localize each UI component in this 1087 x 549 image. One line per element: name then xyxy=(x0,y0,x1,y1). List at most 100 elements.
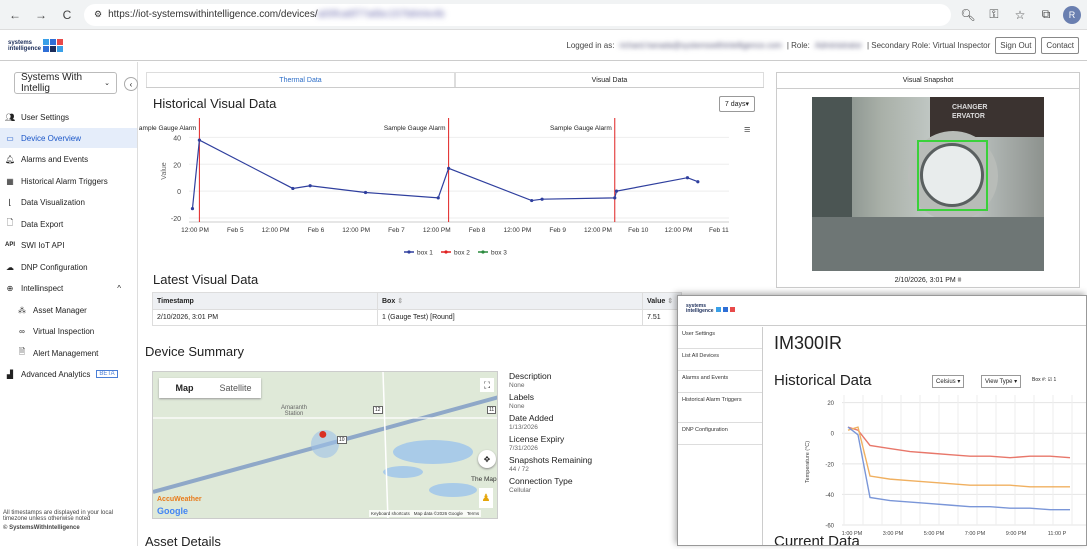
sidebar-item-advanced-analytics[interactable]: ▟ Advanced Analytics BETA xyxy=(0,364,137,384)
browser-toolbar: ← → C ⚙ https://iot-systemswithintellige… xyxy=(0,0,1087,30)
sidebar-item-swi-iot-api[interactable]: API SWI IoT API xyxy=(0,235,137,255)
magnifier-icon: ⊕ xyxy=(6,283,14,293)
snapshot-caption: 2/10/2026, 3:01 PM ⩩ xyxy=(777,277,1079,285)
bookmark-star-icon[interactable]: ☆ xyxy=(1011,8,1029,22)
tab-visual-data[interactable]: Visual Data xyxy=(455,72,764,87)
bell-icon: 🔔︎ xyxy=(5,154,16,164)
sidebar-item-alert-management[interactable]: 🗎︎ Alert Management xyxy=(0,343,137,363)
y-tick-label: -20 xyxy=(825,462,834,468)
logged-in-label: Logged in as: xyxy=(566,41,615,50)
x-tick-label: 12:00 PM xyxy=(181,227,209,234)
extensions-icon[interactable]: ⧉ xyxy=(1037,7,1055,22)
legend-label[interactable]: box 1 xyxy=(417,250,433,257)
map-data-text: Map data ©2026 Google xyxy=(413,511,463,516)
back-arrow-icon[interactable]: ← xyxy=(6,6,24,24)
sidebar-item-historical-alarm-triggers[interactable]: ▦ Historical Alarm Triggers xyxy=(0,171,137,191)
overlay-current-title: Current Data xyxy=(774,533,860,546)
legend-label[interactable]: box 3 xyxy=(491,250,507,257)
forward-arrow-icon[interactable]: → xyxy=(32,6,50,24)
data-point[interactable] xyxy=(197,138,201,142)
sidebar-item-alarms-events[interactable]: 🔔︎ Alarms and Events xyxy=(0,149,137,169)
pan-control-icon[interactable]: ✥ xyxy=(478,450,496,468)
data-point[interactable] xyxy=(190,207,195,211)
x-tick-label: Feb 8 xyxy=(469,227,486,234)
sidebar-item-intellinspect[interactable]: ⊕ Intellinspect ^ xyxy=(0,278,137,298)
map-tab-satellite[interactable]: Satellite xyxy=(210,378,261,398)
terms-link[interactable]: Terms xyxy=(467,511,479,516)
data-point[interactable] xyxy=(696,180,700,184)
contact-button[interactable]: Contact xyxy=(1041,37,1079,54)
site-settings-icon[interactable]: ⚙ xyxy=(94,9,102,20)
x-tick-label: 9:00 PM xyxy=(1006,531,1027,537)
data-point[interactable] xyxy=(447,166,451,170)
info-value: 7/31/2026 xyxy=(509,445,538,452)
tab-thermal-data[interactable]: Thermal Data xyxy=(146,72,455,87)
keyboard-shortcuts-link[interactable]: Keyboard shortcuts xyxy=(371,511,410,516)
sidebar-item-label: Alert Management xyxy=(33,348,99,358)
range-select[interactable]: 7 days ▾ xyxy=(719,96,755,112)
sidebar: Systems With Intellig ⌄ ‹ 👥︎ User Setting… xyxy=(0,62,138,546)
reload-icon[interactable]: C xyxy=(58,6,76,24)
legend-label[interactable]: box 2 xyxy=(454,250,470,257)
table-row[interactable]: 2/10/2026, 3:01 PM 1 (Gauge Test) [Round… xyxy=(152,309,682,326)
y-tick-label: 20 xyxy=(827,401,834,407)
sidebar-item-asset-manager[interactable]: ⁂ Asset Manager xyxy=(0,300,137,320)
detection-box[interactable] xyxy=(917,140,988,211)
company-logo[interactable]: systems intelligence xyxy=(8,39,64,52)
chevron-left-icon[interactable]: ‹ xyxy=(124,77,138,91)
fullscreen-icon[interactable]: ⛶ xyxy=(480,378,494,392)
data-point[interactable] xyxy=(308,184,312,188)
data-point[interactable] xyxy=(613,196,617,200)
sidebar-item-label: Intellinspect xyxy=(21,283,64,293)
sidebar-item-data-export[interactable]: 🗋︎ Data Export xyxy=(0,214,137,234)
overlay-nav-item[interactable]: Alarms and Events xyxy=(678,371,762,393)
data-point[interactable] xyxy=(436,196,440,200)
col-timestamp[interactable]: Timestamp xyxy=(152,292,378,310)
data-point[interactable] xyxy=(530,198,534,203)
overlay-nav-item[interactable]: List All Devices xyxy=(678,349,762,371)
organization-select[interactable]: Systems With Intellig ⌄ xyxy=(14,72,117,94)
sign-out-button[interactable]: Sign Out xyxy=(995,37,1037,54)
zoom-icon[interactable]: 🔍︎ xyxy=(959,8,977,22)
y-tick-label: 0 xyxy=(831,432,835,438)
view-type-value: View Type xyxy=(985,379,1013,385)
data-tabs: Thermal Data Visual Data xyxy=(146,72,764,88)
binoculars-icon: ∞ xyxy=(19,326,25,336)
overlay-nav-item[interactable]: Historical Alarm Triggers xyxy=(678,393,762,423)
api-icon: API xyxy=(5,242,16,248)
col-value[interactable]: Value ⇕ xyxy=(642,292,682,310)
checkbox-icon[interactable]: ☑ xyxy=(1048,377,1052,383)
overlay-nav-item[interactable]: User Settings xyxy=(678,327,762,349)
address-bar[interactable]: ⚙ https://iot-systemswithintelligence.co… xyxy=(84,3,951,26)
hamburger-icon[interactable]: ≡ xyxy=(744,124,750,136)
location-map[interactable]: Map Satellite Amaranth Station 12 10 11 ●… xyxy=(152,371,498,519)
box-selector[interactable]: Box #: ☑ 1 xyxy=(1032,377,1056,383)
y-tick-label: -60 xyxy=(825,524,834,530)
info-label: Snapshots Remaining xyxy=(509,455,593,465)
data-point[interactable] xyxy=(685,176,690,180)
chevron-up-icon: ^ xyxy=(117,283,121,293)
sidebar-item-virtual-inspection[interactable]: ∞ Virtual Inspection xyxy=(0,321,137,341)
sidebar-item-dnp-configuration[interactable]: ☁︎ DNP Configuration xyxy=(0,257,137,277)
data-point[interactable] xyxy=(614,189,619,193)
cell-value: 7.51 xyxy=(642,309,682,326)
sidebar-item-label: DNP Configuration xyxy=(21,262,88,272)
road-marker: 11 xyxy=(487,406,497,414)
profile-avatar[interactable]: R xyxy=(1063,5,1081,24)
sidebar-item-device-overview[interactable]: ▭ Device Overview xyxy=(0,128,137,148)
map-tab-map[interactable]: Map xyxy=(159,378,210,398)
sidebar-item-user-settings[interactable]: 👥︎ User Settings xyxy=(0,107,137,127)
x-tick-label: Feb 6 xyxy=(308,227,325,234)
data-point[interactable] xyxy=(291,186,295,191)
password-key-icon[interactable]: ⚿ xyxy=(985,7,1003,22)
col-box[interactable]: Box ⇕ xyxy=(377,292,643,310)
snapshot-image[interactable]: CHANGER ERVATOR xyxy=(812,97,1044,271)
pegman-icon[interactable]: ♟ xyxy=(479,488,493,508)
overlay-nav-item[interactable]: DNP Configuration xyxy=(678,423,762,445)
device-info: Description None Labels None Date Added 1/1… xyxy=(509,372,609,498)
data-point[interactable] xyxy=(363,190,368,195)
sidebar-item-data-visualization[interactable]: ⌊ Data Visualization xyxy=(0,192,137,212)
location-pin-icon[interactable]: ● xyxy=(318,426,328,444)
data-point[interactable] xyxy=(540,197,544,201)
settings-slider-icon[interactable]: ⩩ xyxy=(958,277,962,284)
